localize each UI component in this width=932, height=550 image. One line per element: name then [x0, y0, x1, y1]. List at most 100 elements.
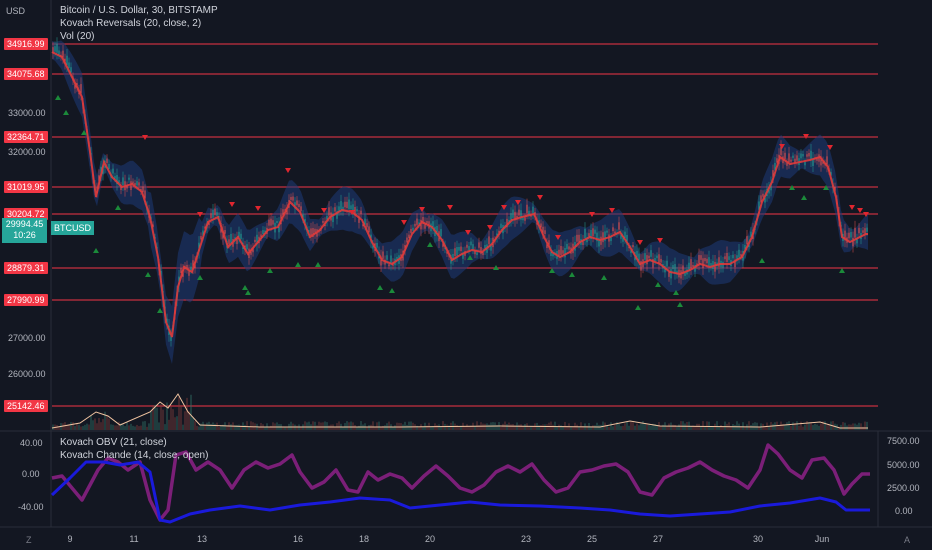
up-reversal-marker — [115, 205, 121, 210]
level-price-badge: 34075.68 — [4, 68, 48, 80]
volume-bar — [164, 424, 166, 430]
volume-bar — [238, 424, 240, 430]
volume-bar — [708, 421, 710, 430]
volume-bar — [82, 426, 84, 430]
volume-bar — [628, 425, 630, 430]
candle-body — [724, 256, 726, 260]
candle-body — [480, 247, 482, 255]
time-axis-label: 30 — [752, 534, 764, 544]
candle-body — [246, 244, 248, 250]
candle-body — [458, 247, 460, 251]
candle-body — [476, 252, 478, 256]
candle-body — [410, 228, 412, 234]
volume-bar — [236, 424, 238, 430]
indicator-kovach-chande[interactable]: Kovach Chande (14, close, open) — [60, 450, 208, 461]
volume-bar — [86, 423, 88, 430]
volume-bar — [854, 423, 856, 430]
up-reversal-marker — [377, 285, 383, 290]
volume-bar — [544, 424, 546, 430]
candle-body — [56, 43, 58, 53]
volume-bar — [506, 424, 508, 430]
volume-bar — [154, 404, 156, 430]
level-price-badge: 31019.95 — [4, 181, 48, 193]
volume-bar — [322, 422, 324, 430]
volume-bar — [436, 424, 438, 430]
chart-canvas[interactable] — [0, 0, 932, 550]
volume-bar — [98, 418, 100, 430]
volume-bar — [464, 426, 466, 430]
down-reversal-marker — [849, 205, 855, 210]
volume-bar — [78, 424, 80, 430]
down-reversal-marker — [255, 206, 261, 211]
indicator-kovach-obv[interactable]: Kovach OBV (21, close) — [60, 437, 167, 448]
volume-bar — [812, 425, 814, 430]
volume-bar — [270, 425, 272, 430]
volume-bar — [466, 424, 468, 430]
volume-bar — [190, 394, 192, 430]
volume-bar — [564, 421, 566, 430]
volume-bar — [170, 407, 172, 430]
volume-bar — [558, 424, 560, 430]
up-reversal-marker — [569, 272, 575, 277]
candle-body — [228, 239, 230, 245]
candle-body — [788, 153, 790, 163]
up-reversal-marker — [427, 242, 433, 247]
symbol-title[interactable]: Bitcoin / U.S. Dollar, 30, BITSTAMP — [60, 5, 218, 16]
volume-bar — [74, 426, 76, 430]
volume-bar — [122, 424, 124, 430]
timezone-button[interactable]: Z — [26, 535, 32, 545]
volume-bar — [772, 423, 774, 430]
volume-bar — [786, 422, 788, 430]
up-reversal-marker — [389, 288, 395, 293]
volume-bar — [632, 422, 634, 430]
lower-right-axis-label: 2500.00 — [887, 483, 920, 493]
candle-body — [344, 201, 346, 208]
volume-bar — [680, 421, 682, 430]
volume-bar — [94, 418, 96, 430]
volume-bar — [442, 421, 444, 430]
candle-body — [732, 254, 734, 259]
ticker-label: BTCUSD — [51, 221, 95, 235]
candle-body — [108, 163, 110, 170]
level-price-badge: 34916.99 — [4, 38, 48, 50]
auto-scale-button[interactable]: A — [904, 535, 910, 545]
volume-bar — [272, 422, 274, 430]
volume-bar — [62, 423, 64, 430]
volume-bar — [698, 423, 700, 430]
volume-bar — [486, 423, 488, 430]
candle-body — [592, 228, 594, 237]
candle-body — [382, 251, 384, 259]
candle-body — [738, 249, 740, 258]
candle-body — [644, 253, 646, 260]
volume-bar — [276, 422, 278, 430]
volume-bar — [502, 423, 504, 430]
volume-bar — [124, 426, 126, 430]
candle-body — [672, 265, 674, 270]
volume-bar — [640, 423, 642, 430]
candle-body — [784, 152, 786, 160]
volume-bar — [650, 425, 652, 430]
indicator-kovach-reversals[interactable]: Kovach Reversals (20, close, 2) — [60, 18, 201, 29]
candle-body — [200, 236, 202, 240]
up-reversal-marker — [295, 262, 301, 267]
lower-right-axis-label: 0.00 — [895, 506, 913, 516]
volume-bar — [156, 407, 158, 430]
volume-bar — [866, 421, 868, 430]
candle-body — [544, 230, 546, 234]
candle-body — [650, 250, 652, 257]
volume-bar — [84, 424, 86, 430]
volume-bar — [542, 424, 544, 430]
volume-bar — [580, 422, 582, 430]
volume-bar — [796, 421, 798, 430]
volume-bar — [394, 425, 396, 430]
price-chart[interactable] — [0, 0, 932, 550]
indicator-volume[interactable]: Vol (20) — [60, 31, 94, 42]
volume-bar — [326, 422, 328, 430]
volume-bar — [798, 425, 800, 430]
volume-bar — [856, 424, 858, 430]
volume-bar — [216, 422, 218, 430]
volume-bar — [814, 423, 816, 430]
volume-bar — [546, 424, 548, 430]
volume-bar — [290, 421, 292, 430]
down-reversal-marker — [537, 195, 543, 200]
